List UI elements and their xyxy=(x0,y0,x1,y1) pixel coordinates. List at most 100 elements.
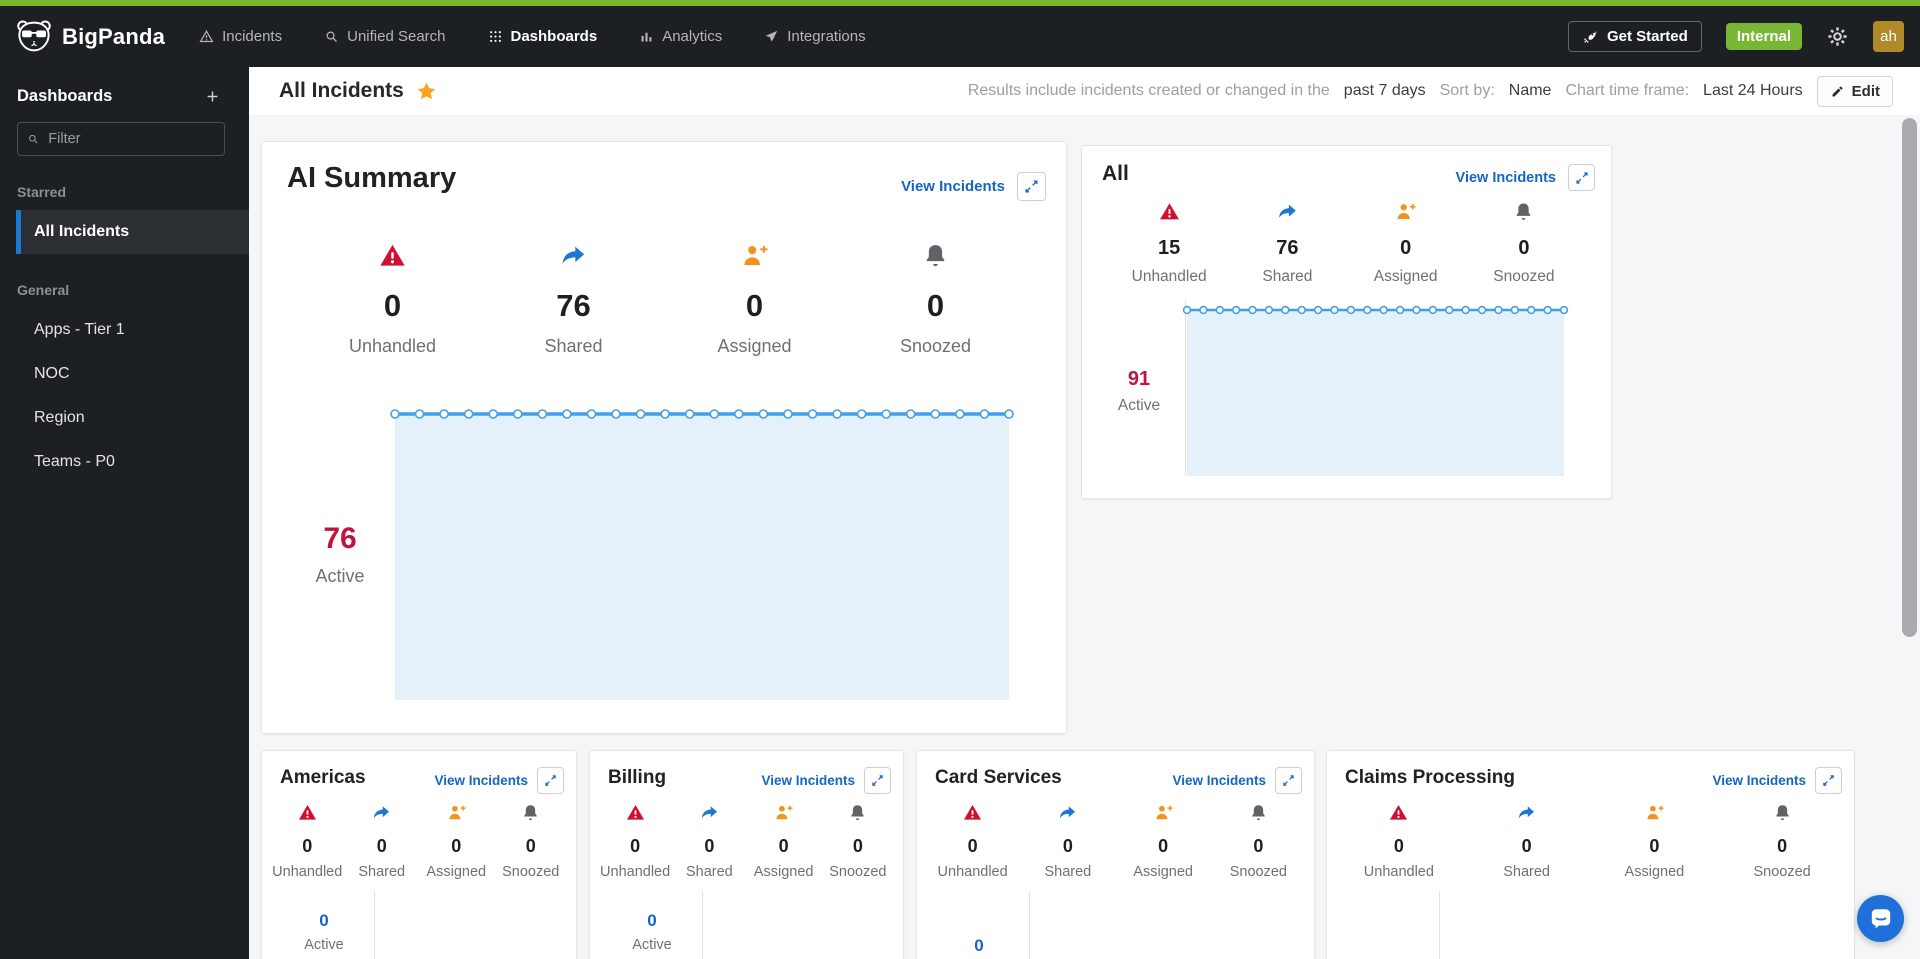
sidebar-item-all-incidents[interactable]: All Incidents xyxy=(16,210,249,254)
sidebar-section-starred: Starred xyxy=(17,184,67,200)
expand-widget-button[interactable] xyxy=(1275,767,1302,794)
dashboard-filter-input[interactable] xyxy=(46,130,215,148)
chat-bubble-icon xyxy=(1868,906,1894,932)
stat-assigned: 0 Assigned xyxy=(1116,803,1211,880)
active-label: Active xyxy=(1117,397,1161,414)
stat-value: 0 xyxy=(1400,237,1412,259)
stat-value: 0 xyxy=(376,836,387,856)
nav-label: Integrations xyxy=(787,28,866,45)
sidebar-item-region[interactable]: Region xyxy=(0,396,249,440)
integrations-icon xyxy=(764,29,779,44)
stat-label: Assigned xyxy=(426,864,487,880)
pencil-icon xyxy=(1830,84,1845,99)
get-started-button[interactable]: Get Started xyxy=(1567,21,1702,52)
stat-snoozed: 0 Snoozed xyxy=(1211,803,1306,880)
add-dashboard-button[interactable] xyxy=(204,88,221,105)
get-started-label: Get Started xyxy=(1606,28,1688,45)
active-count: 76 xyxy=(323,522,357,555)
view-incidents-link[interactable]: View Incidents xyxy=(434,773,528,788)
incident-stats-row: 0 Unhandled 0 Shared 0 Assigned 0 Snooze… xyxy=(270,803,568,880)
stat-value: 0 xyxy=(1521,836,1532,856)
nav-item-integrations[interactable]: Integrations xyxy=(764,28,866,45)
stat-value: 76 xyxy=(556,288,591,323)
vertical-scrollbar-thumb[interactable] xyxy=(1902,118,1917,637)
view-incidents-link[interactable]: View Incidents xyxy=(1456,170,1556,186)
stat-snoozed: 0 Snoozed xyxy=(845,242,1026,357)
stat-shared: 76 Shared xyxy=(1228,201,1346,286)
chat-launcher-button[interactable] xyxy=(1857,895,1904,942)
incident-stats-row: 0 Unhandled 0 Shared 0 Assigned 0 Snooze… xyxy=(925,803,1306,880)
stat-unhandled: 0 Unhandled xyxy=(1335,803,1463,880)
nav-item-unified-search[interactable]: Unified Search xyxy=(324,28,446,45)
expand-widget-button[interactable] xyxy=(537,767,564,794)
active-incidents-area-chart xyxy=(702,891,882,959)
page-title: All Incidents xyxy=(279,79,437,103)
assigned-person-icon xyxy=(741,242,768,269)
nav-label: Incidents xyxy=(222,28,283,45)
view-incidents-link[interactable]: View Incidents xyxy=(901,178,1005,195)
active-count: 91 xyxy=(1127,368,1151,390)
snoozed-bell-icon xyxy=(1513,201,1534,222)
snoozed-bell-icon xyxy=(848,803,867,822)
favorite-star-icon[interactable] xyxy=(416,81,437,102)
bigpanda-logo[interactable]: BigPanda xyxy=(16,20,165,53)
widget-title: Claims Processing xyxy=(1345,767,1516,788)
stat-value: 15 xyxy=(1158,237,1181,259)
environment-badge: Internal xyxy=(1725,23,1802,50)
settings-gear-button[interactable] xyxy=(1826,25,1849,48)
sidebar-section-general: General xyxy=(17,282,70,298)
widget-ai-summary: AI Summary View Incidents 0 Unhandled 76… xyxy=(261,141,1067,734)
gear-icon xyxy=(1826,25,1849,48)
nav-item-incidents[interactable]: Incidents xyxy=(199,28,282,45)
view-incidents-link[interactable]: View Incidents xyxy=(761,773,855,788)
stat-value: 0 xyxy=(1253,836,1264,856)
incident-stats-row: 0 Unhandled 0 Shared 0 Assigned 0 Snooze… xyxy=(1335,803,1846,880)
sidebar-item-noc[interactable]: NOC xyxy=(0,352,249,396)
expand-icon xyxy=(1024,179,1039,194)
active-incidents-summary: 0 xyxy=(931,936,1027,956)
nav-item-analytics[interactable]: Analytics xyxy=(639,28,722,45)
stat-value: 0 xyxy=(451,836,462,856)
expand-icon xyxy=(544,774,557,787)
nav-item-dashboards[interactable]: Dashboards xyxy=(488,28,597,45)
stat-label: Unhandled xyxy=(937,864,1008,880)
stat-shared: 0 Shared xyxy=(672,803,746,880)
expand-widget-button[interactable] xyxy=(1568,164,1595,191)
expand-widget-button[interactable] xyxy=(1815,767,1842,794)
search-icon xyxy=(27,132,39,146)
stat-shared: 0 Shared xyxy=(1463,803,1591,880)
stat-label: Unhandled xyxy=(348,336,437,356)
stat-assigned: 0 Assigned xyxy=(664,242,845,357)
stat-unhandled: 0 Unhandled xyxy=(598,803,672,880)
view-incidents-link[interactable]: View Incidents xyxy=(1172,773,1266,788)
stat-label: Shared xyxy=(685,864,733,880)
assigned-person-icon xyxy=(447,803,466,822)
view-incidents-link[interactable]: View Incidents xyxy=(1712,773,1806,788)
stat-value: 0 xyxy=(745,288,764,323)
snoozed-bell-icon xyxy=(1773,803,1792,822)
expand-icon xyxy=(1822,774,1835,787)
sidebar-item-teams-p0[interactable]: Teams - P0 xyxy=(0,440,249,484)
assigned-person-icon xyxy=(1645,803,1664,822)
active-label: Active xyxy=(632,937,672,953)
user-avatar[interactable]: ah xyxy=(1873,21,1904,52)
expand-widget-button[interactable] xyxy=(864,767,891,794)
dashboard-filter-box xyxy=(17,122,225,156)
sidebar-item-apps-tier-1[interactable]: Apps - Tier 1 xyxy=(0,308,249,352)
active-incidents-summary: 91 Active xyxy=(1094,368,1184,415)
stat-value: 0 xyxy=(1393,836,1404,856)
chart-timeframe-label: Chart time frame: xyxy=(1565,82,1690,99)
stat-label: Assigned xyxy=(1133,864,1193,880)
expand-widget-button[interactable] xyxy=(1017,172,1046,201)
stat-label: Snoozed xyxy=(829,864,887,880)
shared-arrow-icon xyxy=(1277,201,1298,222)
dashboard-header: All Incidents Results include incidents … xyxy=(249,67,1920,115)
widget-title: AI Summary xyxy=(287,162,457,194)
assigned-person-icon xyxy=(1395,201,1416,222)
edit-dashboard-button[interactable]: Edit xyxy=(1816,75,1893,107)
primary-nav: Incidents Unified Search Dashboards Anal… xyxy=(199,28,866,45)
stat-unhandled: 0 Unhandled xyxy=(925,803,1020,880)
stat-shared: 76 Shared xyxy=(483,242,664,357)
results-note: Results include incidents created or cha… xyxy=(967,82,1330,99)
incident-stats-row: 15 Unhandled 76 Shared 0 Assigned 0 Snoo… xyxy=(1110,201,1583,286)
